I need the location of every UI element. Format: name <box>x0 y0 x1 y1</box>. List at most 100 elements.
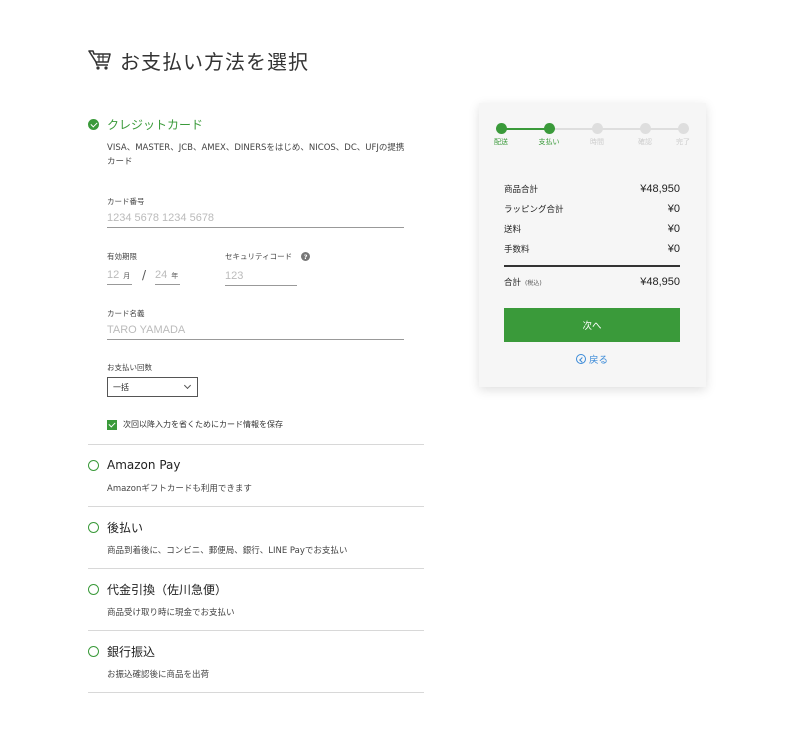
fee-amount: ¥0 <box>667 243 680 255</box>
checkout-stepper: 配送 支払い 時間 確認 完了 <box>494 123 690 153</box>
total-amount: ¥48,950 <box>640 275 680 288</box>
back-arrow-icon <box>575 354 586 364</box>
deferred-description: 商品到着後に、コンビニ、郵便局、銀行、LINE Payでお支払い <box>107 546 348 556</box>
wrapping-amount: ¥0 <box>667 203 680 215</box>
expiry-month-placeholder: 12 <box>107 269 120 281</box>
step-dot <box>677 123 689 134</box>
payment-method-bank-transfer[interactable]: 銀行振込 お振込確認後に商品を出荷 <box>88 631 424 693</box>
amazon-pay-header: Amazon Pay <box>88 453 424 477</box>
payment-method-amazon-pay[interactable]: Amazon Pay Amazonギフトカードも利用できます <box>88 445 424 507</box>
installments-value: 一括 <box>113 382 129 392</box>
card-number-group: カード番号 <box>107 196 424 228</box>
cod-radio[interactable] <box>88 583 99 595</box>
credit-header[interactable]: クレジットカード <box>88 112 424 136</box>
step-label: 支払い <box>538 138 560 146</box>
amazon-pay-radio[interactable] <box>88 459 99 471</box>
deferred-header: 後払い <box>88 515 424 539</box>
bank-transfer-radio[interactable] <box>88 645 99 657</box>
card-number-label: カード番号 <box>107 197 145 206</box>
expiry-year-placeholder: 24 <box>155 269 168 281</box>
next-button[interactable]: 次へ <box>504 308 680 342</box>
back-label: 戻る <box>588 355 608 366</box>
step-dot <box>591 123 603 134</box>
save-card-label: 次回以降入力を省くためにカード情報を保存 <box>123 420 283 429</box>
fee-row: 手数料 ¥0 <box>504 239 680 259</box>
deferred-title: 後払い <box>107 520 144 535</box>
expiry-year-unit: 年 <box>171 272 179 280</box>
shipping-row: 送料 ¥0 <box>504 219 680 239</box>
save-card-option[interactable]: 次回以降入力を省くためにカード情報を保存 <box>107 419 424 430</box>
card-name-group: カード名義 <box>107 308 424 340</box>
fee-label: 手数料 <box>504 245 530 255</box>
subtotal-row: 商品合計 ¥48,950 <box>504 179 680 199</box>
cod-description: 商品受け取り時に現金でお支払い <box>107 608 235 618</box>
credit-radio[interactable] <box>88 118 99 130</box>
shipping-label: 送料 <box>504 225 522 235</box>
step-payment: 支払い <box>529 123 569 147</box>
step-label: 配送 <box>494 138 508 146</box>
security-code-input[interactable] <box>225 270 298 286</box>
credit-description: VISA、MASTER、JCB、AMEX、DINERSをはじめ、NICOS、DC… <box>107 143 405 167</box>
total-row: 合計 (税込) ¥48,950 <box>504 274 680 290</box>
expiry-year-input[interactable]: 24 年 <box>155 269 181 285</box>
expiry-month-input[interactable]: 12 月 <box>107 269 132 285</box>
deferred-radio[interactable] <box>88 521 99 533</box>
expiry-group: 有効期限 12 月 / 24 年 <box>107 251 181 286</box>
security-group: セキュリティコード ? <box>225 251 311 286</box>
subtotal-label: 商品合計 <box>504 185 539 195</box>
step-dot <box>543 123 555 134</box>
expiry-inputs: 12 月 / 24 年 <box>107 268 181 285</box>
card-name-input[interactable] <box>107 324 404 340</box>
step-dot <box>495 123 507 134</box>
order-summary-card: 配送 支払い 時間 確認 完了 商品合計 ¥48,950 ラッピング合計 ¥0 … <box>479 103 706 387</box>
summary-divider <box>504 265 680 267</box>
security-label: セキュリティコード <box>225 252 293 261</box>
page-title: お支払い方法を選択 <box>120 49 309 74</box>
subtotal-amount: ¥48,950 <box>640 183 680 195</box>
security-label-row: セキュリティコード ? <box>225 251 311 262</box>
installments-group: お支払い回数 一括 <box>107 362 424 397</box>
payment-method-deferred[interactable]: 後払い 商品到着後に、コンビニ、郵便局、銀行、LINE Payでお支払い <box>88 507 424 569</box>
cart-icon <box>88 50 111 70</box>
page-header: お支払い方法を選択 <box>88 44 309 76</box>
back-link[interactable]: 戻る <box>504 352 680 366</box>
step-label: 時間 <box>590 138 604 146</box>
step-dot <box>639 123 651 134</box>
wrapping-label: ラッピング合計 <box>504 205 564 215</box>
bank-transfer-header: 銀行振込 <box>88 639 424 663</box>
help-icon[interactable]: ? <box>301 252 311 261</box>
amazon-pay-description: Amazonギフトカードも利用できます <box>107 484 252 494</box>
card-name-label: カード名義 <box>107 309 145 318</box>
amazon-pay-title: Amazon Pay <box>107 458 181 472</box>
installments-select[interactable]: 一括 <box>107 377 198 397</box>
card-number-input[interactable] <box>107 212 404 228</box>
cod-header: 代金引換（佐川急便） <box>88 577 424 601</box>
credit-card-form: カード番号 有効期限 12 月 / 24 年 <box>88 196 424 430</box>
expiry-label: 有効期限 <box>107 252 137 261</box>
payment-methods: クレジットカード VISA、MASTER、JCB、AMEX、DINERSをはじめ… <box>88 112 424 693</box>
payment-method-cod[interactable]: 代金引換（佐川急便） 商品受け取り時に現金でお支払い <box>88 569 424 631</box>
payment-method-credit: クレジットカード VISA、MASTER、JCB、AMEX、DINERSをはじめ… <box>88 112 424 445</box>
wrapping-row: ラッピング合計 ¥0 <box>504 199 680 219</box>
expiry-security-row: 有効期限 12 月 / 24 年 セキュリティコード ? 123 <box>107 251 424 286</box>
step-delivery: 配送 <box>481 123 521 147</box>
step-label: 確認 <box>638 138 652 146</box>
shipping-amount: ¥0 <box>667 223 680 235</box>
expiry-month-unit: 月 <box>123 272 131 280</box>
step-time: 時間 <box>577 123 617 147</box>
total-label: 合計 <box>504 277 522 288</box>
credit-title: クレジットカード <box>107 117 204 132</box>
expiry-separator: / <box>142 268 147 282</box>
step-confirm: 確認 <box>625 123 665 147</box>
cod-title: 代金引換（佐川急便） <box>107 582 228 597</box>
step-label: 完了 <box>676 138 690 146</box>
bank-transfer-title: 銀行振込 <box>107 644 156 659</box>
summary-lines: 商品合計 ¥48,950 ラッピング合計 ¥0 送料 ¥0 手数料 ¥0 合計(… <box>504 179 680 290</box>
step-complete: 完了 <box>663 123 703 147</box>
bank-transfer-description: お振込確認後に商品を出荷 <box>107 670 210 680</box>
total-label-group: 合計 (税込) <box>504 276 542 288</box>
chevron-down-icon <box>183 381 192 390</box>
save-card-checkbox[interactable] <box>107 419 117 430</box>
installments-label: お支払い回数 <box>107 363 152 372</box>
total-tax-note: (税込) <box>525 279 542 287</box>
